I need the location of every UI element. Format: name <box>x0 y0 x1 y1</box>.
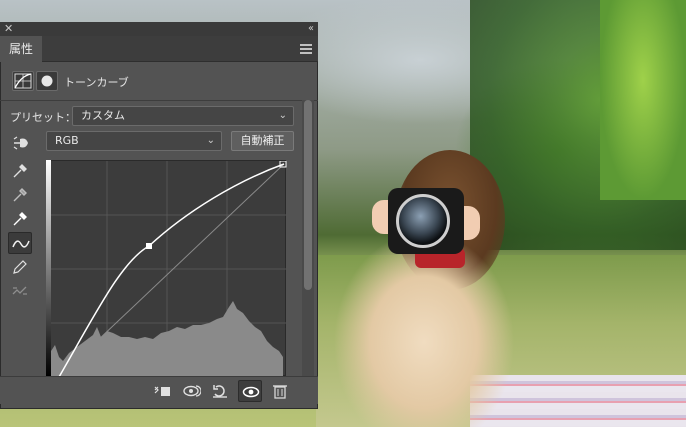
adjustment-title: トーンカーブ <box>64 76 129 89</box>
panel-footer <box>0 376 318 404</box>
clip-to-layer-icon[interactable] <box>150 380 174 402</box>
close-icon[interactable]: ✕ <box>4 22 13 36</box>
white-point-eyedropper-icon[interactable] <box>8 208 32 230</box>
mask-icon[interactable] <box>36 71 58 91</box>
preset-value: カスタム <box>81 109 125 122</box>
curves-adjustment-icon[interactable] <box>12 71 34 91</box>
curve-graph[interactable] <box>46 160 287 378</box>
tab-properties[interactable]: 属性 <box>0 36 42 62</box>
pencil-icon[interactable] <box>8 256 32 278</box>
output-gradient-bar <box>46 160 51 376</box>
adjustment-header: トーンカーブ <box>0 63 318 99</box>
scrollbar-thumb[interactable] <box>304 100 312 290</box>
chevron-down-icon: ⌄ <box>278 110 287 121</box>
view-previous-state-icon[interactable] <box>180 380 204 402</box>
panel-titlebar: ✕ ‹‹ <box>0 22 318 36</box>
panel-menu-icon[interactable] <box>300 44 312 54</box>
preset-dropdown[interactable]: カスタム ⌄ <box>72 106 294 126</box>
preset-label: プリセット： <box>10 111 76 124</box>
visibility-icon[interactable] <box>238 380 262 402</box>
channel-value: RGB <box>55 134 79 147</box>
curve-graph-svg <box>47 160 287 378</box>
smooth-icon[interactable] <box>8 280 32 302</box>
gray-point-eyedropper-icon[interactable] <box>8 184 32 206</box>
curve-point-icon[interactable] <box>8 232 32 254</box>
chevron-down-icon: ⌄ <box>206 135 215 146</box>
black-point-eyedropper-icon[interactable] <box>8 160 32 182</box>
camera-lens <box>396 194 450 248</box>
trash-icon[interactable] <box>268 380 292 402</box>
collapse-icon[interactable]: ‹‹ <box>308 22 314 36</box>
on-image-adjust-icon[interactable] <box>8 132 32 154</box>
trees-highlight <box>600 0 686 200</box>
auto-button[interactable]: 自動補正 <box>231 131 294 151</box>
reset-icon[interactable] <box>208 380 232 402</box>
channel-dropdown[interactable]: RGB ⌄ <box>46 131 222 151</box>
header-separator <box>0 100 318 101</box>
curve-control-point[interactable] <box>146 243 152 249</box>
tab-row: 属性 <box>0 36 318 62</box>
